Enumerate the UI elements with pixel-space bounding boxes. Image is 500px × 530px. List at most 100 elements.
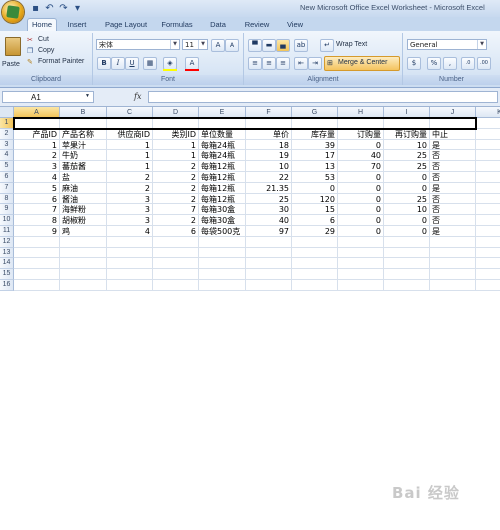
cell-a11[interactable]: 9 bbox=[15, 226, 57, 237]
cell-h11[interactable]: 0 bbox=[339, 226, 381, 237]
cut-button[interactable]: Cut bbox=[38, 36, 49, 43]
name-box[interactable]: A1 bbox=[2, 91, 94, 103]
cell-d6[interactable]: 2 bbox=[154, 172, 196, 183]
undo-icon[interactable]: ↶ bbox=[44, 3, 55, 14]
cell-e5[interactable]: 每箱12瓶 bbox=[201, 161, 235, 172]
cell-a6[interactable]: 4 bbox=[15, 172, 57, 183]
cell-g10[interactable]: 6 bbox=[293, 215, 335, 226]
row-header-8[interactable]: 8 bbox=[0, 193, 14, 205]
row-header-1[interactable]: 1 bbox=[0, 118, 14, 129]
cell-a7[interactable]: 5 bbox=[15, 183, 57, 194]
cell-h6[interactable]: 0 bbox=[339, 172, 381, 183]
cell-b6[interactable]: 盐 bbox=[62, 172, 70, 183]
cell-a9[interactable]: 7 bbox=[15, 204, 57, 215]
cell-i2[interactable]: 再订购量 bbox=[385, 129, 427, 140]
cell-i3[interactable]: 10 bbox=[385, 140, 427, 151]
align-bottom-icon[interactable]: ▄ bbox=[276, 39, 290, 52]
copy-button[interactable]: Copy bbox=[38, 47, 54, 54]
select-all-button[interactable] bbox=[0, 107, 14, 118]
align-left-icon[interactable]: ≡ bbox=[248, 57, 262, 70]
number-format-select[interactable]: General ▼ bbox=[407, 39, 487, 50]
cell-j7[interactable]: 是 bbox=[432, 183, 440, 194]
orientation-icon[interactable]: ab bbox=[294, 39, 308, 52]
cell-e11[interactable]: 每袋500克 bbox=[201, 226, 240, 237]
row-header-3[interactable]: 3 bbox=[0, 139, 14, 151]
row-header-12[interactable]: 12 bbox=[0, 236, 14, 248]
cell-j4[interactable]: 否 bbox=[432, 150, 440, 161]
tab-home[interactable]: Home bbox=[27, 18, 57, 32]
align-right-icon[interactable]: ≡ bbox=[276, 57, 290, 70]
cell-c7[interactable]: 2 bbox=[108, 183, 150, 194]
cell-g8[interactable]: 120 bbox=[293, 194, 335, 205]
customize-qat-icon[interactable]: ▾ bbox=[72, 3, 83, 14]
cell-f6[interactable]: 22 bbox=[247, 172, 289, 183]
save-icon[interactable]: ▪ bbox=[30, 3, 41, 14]
cell-i11[interactable]: 0 bbox=[385, 226, 427, 237]
comma-button[interactable]: , bbox=[443, 57, 457, 70]
tab-page-layout[interactable]: Page Layout bbox=[101, 19, 151, 31]
cell-a5[interactable]: 3 bbox=[15, 161, 57, 172]
cell-b9[interactable]: 海鲜粉 bbox=[62, 204, 86, 215]
cell-e10[interactable]: 每箱30盒 bbox=[201, 215, 235, 226]
row-header-9[interactable]: 9 bbox=[0, 204, 14, 216]
cell-i5[interactable]: 25 bbox=[385, 161, 427, 172]
cell-h2[interactable]: 订购量 bbox=[339, 129, 381, 140]
cell-e4[interactable]: 每箱24瓶 bbox=[201, 150, 235, 161]
cell-f3[interactable]: 18 bbox=[247, 140, 289, 151]
cell-a3[interactable]: 1 bbox=[15, 140, 57, 151]
cell-g2[interactable]: 库存量 bbox=[293, 129, 335, 140]
column-header-k[interactable]: K bbox=[476, 107, 500, 118]
cell-d7[interactable]: 2 bbox=[154, 183, 196, 194]
cell-f8[interactable]: 25 bbox=[247, 194, 289, 205]
shrink-font-icon[interactable]: A bbox=[225, 39, 239, 52]
cell-g11[interactable]: 29 bbox=[293, 226, 335, 237]
cell-e2[interactable]: 单位数量 bbox=[201, 129, 233, 140]
increase-indent-icon[interactable]: ⇥ bbox=[308, 57, 322, 70]
cell-j2[interactable]: 中止 bbox=[432, 129, 448, 140]
cell-g5[interactable]: 13 bbox=[293, 161, 335, 172]
cell-j10[interactable]: 否 bbox=[432, 215, 440, 226]
cell-h8[interactable]: 0 bbox=[339, 194, 381, 205]
cell-b2[interactable]: 产品名称 bbox=[62, 129, 94, 140]
cell-b4[interactable]: 牛奶 bbox=[62, 150, 78, 161]
cell-c6[interactable]: 2 bbox=[108, 172, 150, 183]
cell-b8[interactable]: 酱油 bbox=[62, 194, 78, 205]
office-button[interactable] bbox=[2, 1, 24, 23]
cell-e9[interactable]: 每箱30盒 bbox=[201, 204, 235, 215]
cell-i10[interactable]: 0 bbox=[385, 215, 427, 226]
cell-g4[interactable]: 17 bbox=[293, 150, 335, 161]
font-size-select[interactable]: 11 ▼ bbox=[182, 39, 208, 50]
cell-h10[interactable]: 0 bbox=[339, 215, 381, 226]
cell-f11[interactable]: 97 bbox=[247, 226, 289, 237]
cell-b11[interactable]: 鸡 bbox=[62, 226, 70, 237]
cell-i8[interactable]: 25 bbox=[385, 194, 427, 205]
cell-d2[interactable]: 类别ID bbox=[154, 129, 196, 140]
grow-font-icon[interactable]: A bbox=[211, 39, 225, 52]
cell-d4[interactable]: 1 bbox=[154, 150, 196, 161]
wrap-text-button[interactable]: Wrap Text bbox=[336, 41, 367, 48]
decrease-decimal-icon[interactable]: .00 bbox=[477, 57, 491, 70]
cell-c3[interactable]: 1 bbox=[108, 140, 150, 151]
cell-a2[interactable]: 产品ID bbox=[15, 129, 57, 140]
decrease-indent-icon[interactable]: ⇤ bbox=[294, 57, 308, 70]
merge-center-button[interactable]: ⊞ Merge & Center bbox=[324, 56, 400, 71]
tab-insert[interactable]: Insert bbox=[60, 19, 94, 31]
cell-i4[interactable]: 25 bbox=[385, 150, 427, 161]
cell-j11[interactable]: 是 bbox=[432, 226, 440, 237]
increase-decimal-icon[interactable]: .0 bbox=[461, 57, 475, 70]
cell-f2[interactable]: 单价 bbox=[247, 129, 289, 140]
cell-i6[interactable]: 0 bbox=[385, 172, 427, 183]
cell-g7[interactable]: 0 bbox=[293, 183, 335, 194]
borders-icon[interactable]: ▦ bbox=[143, 57, 157, 70]
font-name-select[interactable]: 宋体 ▼ bbox=[96, 39, 180, 50]
cell-f5[interactable]: 10 bbox=[247, 161, 289, 172]
cell-g3[interactable]: 39 bbox=[293, 140, 335, 151]
cell-e8[interactable]: 每箱12瓶 bbox=[201, 194, 235, 205]
cell-g9[interactable]: 15 bbox=[293, 204, 335, 215]
cell-c8[interactable]: 3 bbox=[108, 194, 150, 205]
cell-e3[interactable]: 每箱24瓶 bbox=[201, 140, 235, 151]
cell-d5[interactable]: 2 bbox=[154, 161, 196, 172]
format-painter-button[interactable]: Format Painter bbox=[38, 58, 84, 65]
cell-j3[interactable]: 是 bbox=[432, 140, 440, 151]
cell-c4[interactable]: 1 bbox=[108, 150, 150, 161]
